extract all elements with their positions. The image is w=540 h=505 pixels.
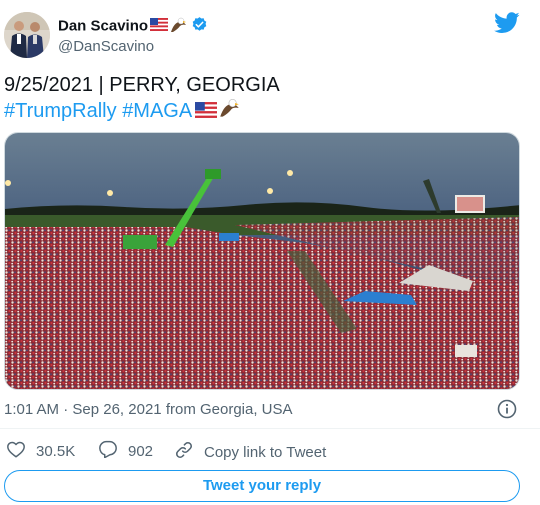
tweet-line-2: #TrumpRally #MAGA	[4, 98, 524, 125]
tweet-photo[interactable]	[4, 132, 520, 390]
tweet-time[interactable]: 1:01 AM	[4, 401, 59, 418]
tweet-text: 9/25/2021 | PERRY, GEORGIA #TrumpRally #…	[4, 72, 524, 125]
tweet-meta: 1:01 AM · Sep 26, 2021 from Georgia, USA	[4, 401, 293, 418]
author-name[interactable]: Dan Scavino	[58, 17, 148, 34]
copy-link-action[interactable]: Copy link to Tweet	[174, 440, 326, 464]
tweet-actions: 30.5K 902 Copy link to Tweet	[4, 440, 524, 462]
reply-action[interactable]: 902	[98, 440, 153, 462]
verified-badge-icon	[191, 16, 208, 37]
twitter-bird-icon[interactable]	[494, 12, 520, 39]
tweet-date[interactable]: Sep 26, 2021	[72, 401, 161, 418]
eagle-icon	[170, 17, 187, 37]
author-name-row[interactable]: Dan Scavino	[58, 16, 208, 37]
link-icon[interactable]	[174, 440, 204, 464]
reply-icon[interactable]	[98, 440, 128, 462]
meta-separator: ·	[63, 401, 69, 418]
us-flag-icon	[150, 18, 169, 35]
tweet-line-1: 9/25/2021 | PERRY, GEORGIA	[4, 74, 280, 96]
tweet-header: Dan Scavino @DanScavino	[0, 0, 540, 64]
eagle-icon	[219, 98, 240, 125]
us-flag-icon	[195, 99, 218, 125]
reply-count: 902	[128, 442, 154, 460]
hashtag-trumprally[interactable]: #TrumpRally	[4, 100, 117, 122]
author-handle[interactable]: @DanScavino	[58, 38, 154, 55]
tweet-location: from Georgia, USA	[165, 401, 293, 418]
info-icon[interactable]	[497, 399, 517, 424]
tweet-your-reply-button[interactable]: Tweet your reply	[4, 470, 520, 502]
avatar[interactable]	[4, 12, 50, 58]
like-count: 30.5K	[36, 442, 76, 460]
heart-icon[interactable]	[6, 440, 36, 462]
copy-link-label[interactable]: Copy link to Tweet	[204, 444, 326, 461]
hashtag-maga[interactable]: #MAGA	[122, 100, 192, 122]
divider	[0, 428, 540, 429]
like-action[interactable]: 30.5K	[6, 440, 75, 462]
